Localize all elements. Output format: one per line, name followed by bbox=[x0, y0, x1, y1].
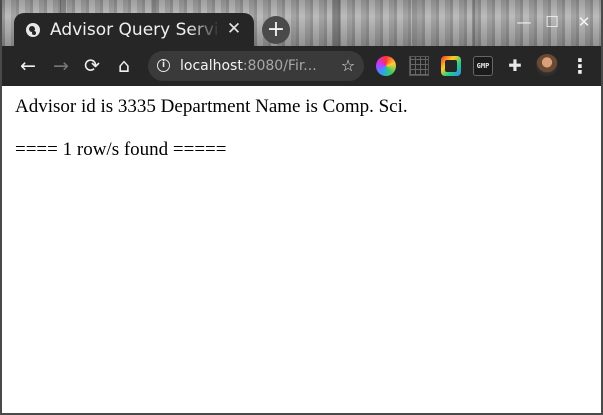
ci-extension-icon[interactable] bbox=[441, 56, 461, 76]
maximize-icon[interactable]: ☐ bbox=[542, 12, 562, 32]
row-count-text: ==== 1 row/s found ===== bbox=[15, 139, 227, 160]
home-icon[interactable]: ⌂ bbox=[113, 55, 135, 77]
url-host: localhost bbox=[180, 58, 243, 74]
globe-icon bbox=[26, 23, 40, 37]
back-icon[interactable]: ← bbox=[17, 55, 39, 77]
profile-avatar[interactable] bbox=[536, 54, 558, 76]
bookmark-star-icon[interactable]: ☆ bbox=[338, 56, 358, 76]
forward-icon[interactable]: → bbox=[50, 55, 72, 77]
theme-tree bbox=[412, 0, 417, 46]
gmp-extension-icon[interactable]: GMP bbox=[473, 56, 493, 76]
info-icon[interactable]: i bbox=[157, 59, 170, 72]
theme-tree bbox=[332, 0, 340, 46]
minimize-icon[interactable]: — bbox=[514, 12, 534, 32]
browser-window: Advisor Query Service ✕ + — ☐ ✕ ← → ⟳ ⌂ … bbox=[0, 0, 603, 415]
tab-title: Advisor Query Service bbox=[50, 20, 220, 40]
url-text[interactable]: localhost:8080/Fir... bbox=[180, 57, 328, 75]
reload-icon[interactable]: ⟳ bbox=[81, 55, 103, 77]
extensions-puzzle-icon[interactable]: ✚ bbox=[505, 56, 525, 76]
page-content: Advisor id is 3335 Department Name is Co… bbox=[2, 86, 601, 413]
menu-icon[interactable]: ⋮ bbox=[570, 55, 590, 77]
toolbar: ← → ⟳ ⌂ i localhost:8080/Fir... ☆ GMP ✚ … bbox=[2, 46, 601, 86]
theme-tree bbox=[472, 0, 475, 46]
close-icon[interactable]: ✕ bbox=[224, 19, 244, 39]
address-bar[interactable]: i localhost:8080/Fir... ☆ bbox=[148, 51, 364, 81]
grid-extension-icon[interactable] bbox=[409, 56, 429, 76]
tab-active[interactable]: Advisor Query Service ✕ bbox=[14, 13, 254, 46]
color-picker-extension-icon[interactable] bbox=[376, 56, 396, 76]
tab-strip: Advisor Query Service ✕ + — ☐ ✕ bbox=[2, 0, 601, 46]
new-tab-button[interactable]: + bbox=[262, 16, 290, 44]
close-window-icon[interactable]: ✕ bbox=[574, 12, 594, 32]
url-path: :8080/Fir... bbox=[242, 58, 317, 74]
advisor-result-text: Advisor id is 3335 Department Name is Co… bbox=[15, 96, 408, 117]
